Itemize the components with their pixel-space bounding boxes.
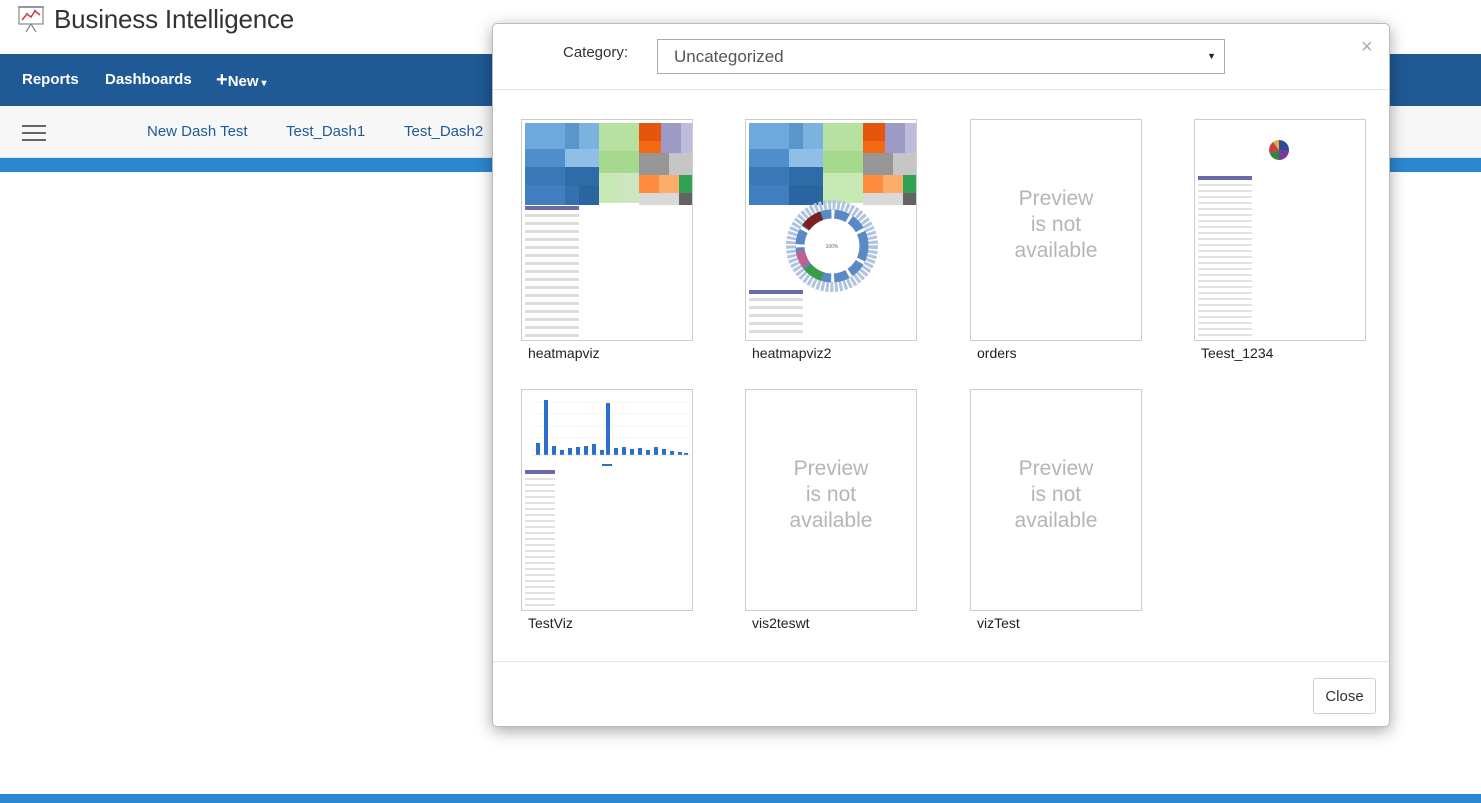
viz-label[interactable]: vis2teswt xyxy=(752,615,917,631)
modal-footer: Close xyxy=(493,661,1389,727)
viz-thumbnail[interactable]: Preview is not available xyxy=(970,389,1142,611)
no-preview-text: Preview is not available xyxy=(1014,457,1098,532)
plus-icon: + xyxy=(216,69,228,91)
viz-thumbnail[interactable] xyxy=(521,119,693,341)
svg-text:100%: 100% xyxy=(826,244,839,250)
viz-tile-orders[interactable]: Preview is not available orders xyxy=(970,119,1142,361)
nav-new-menu[interactable]: +New ▾ xyxy=(216,54,267,106)
caret-down-icon: ▾ xyxy=(261,78,267,89)
close-button[interactable]: Close xyxy=(1313,678,1376,714)
viz-tile-testviz[interactable]: TestViz xyxy=(521,389,693,631)
visualization-picker-modal: Category: Uncategorized ▼ × heatmapviz 1… xyxy=(492,23,1390,727)
viz-thumbnail[interactable]: Preview is not available xyxy=(970,119,1142,341)
close-icon[interactable]: × xyxy=(1361,36,1373,59)
dashboard-tab-test-dash2[interactable]: Test_Dash2 xyxy=(404,106,483,158)
category-select-value: Uncategorized xyxy=(674,47,784,66)
viz-thumbnail[interactable]: Preview is not available xyxy=(745,389,917,611)
viz-tile-teest-1234[interactable]: Teest_1234 xyxy=(1194,119,1366,361)
treemap-sunburst-preview-graphic: 100% xyxy=(749,123,916,333)
nav-new-label: New xyxy=(227,73,259,90)
viz-tile-heatmapviz[interactable]: heatmapviz xyxy=(521,119,693,361)
viz-thumbnail[interactable]: 100% xyxy=(745,119,917,341)
viz-tile-viztest[interactable]: Preview is not available vizTest xyxy=(970,389,1142,631)
viz-label[interactable]: Teest_1234 xyxy=(1201,345,1366,361)
viz-tile-heatmapviz2[interactable]: 100% heatmapviz2 xyxy=(745,119,917,361)
hamburger-menu-icon[interactable] xyxy=(22,125,46,141)
category-select[interactable]: Uncategorized ▼ xyxy=(657,39,1225,74)
presentation-chart-icon xyxy=(16,4,46,34)
viz-label[interactable]: TestViz xyxy=(528,615,693,631)
viz-label[interactable]: vizTest xyxy=(977,615,1142,631)
nav-dashboards-link[interactable]: Dashboards xyxy=(105,54,192,106)
dropdown-arrow-icon: ▼ xyxy=(1207,51,1216,61)
viz-label[interactable]: heatmapviz2 xyxy=(752,345,917,361)
footer-strip xyxy=(0,794,1481,803)
pie-table-preview-graphic xyxy=(1198,140,1289,336)
viz-tile-vis2teswt[interactable]: Preview is not available vis2teswt xyxy=(745,389,917,631)
viz-label[interactable]: orders xyxy=(977,345,1142,361)
category-label: Category: xyxy=(563,44,629,61)
nav-reports-link[interactable]: Reports xyxy=(22,54,79,106)
no-preview-text: Preview is not available xyxy=(1014,187,1098,262)
viz-label[interactable]: heatmapviz xyxy=(528,345,693,361)
bar-table-preview-graphic xyxy=(525,400,690,606)
viz-thumbnail[interactable] xyxy=(521,389,693,611)
viz-thumbnail[interactable] xyxy=(1194,119,1366,341)
treemap-preview-graphic xyxy=(525,123,692,337)
dashboard-tab-test-dash1[interactable]: Test_Dash1 xyxy=(286,106,365,158)
modal-header: Category: Uncategorized ▼ × xyxy=(493,24,1389,90)
app-title: Business Intelligence xyxy=(54,3,295,34)
dashboard-tab-new-dash-test[interactable]: New Dash Test xyxy=(147,106,248,158)
no-preview-text: Preview is not available xyxy=(789,457,873,532)
app-brand: Business Intelligence xyxy=(16,2,294,36)
